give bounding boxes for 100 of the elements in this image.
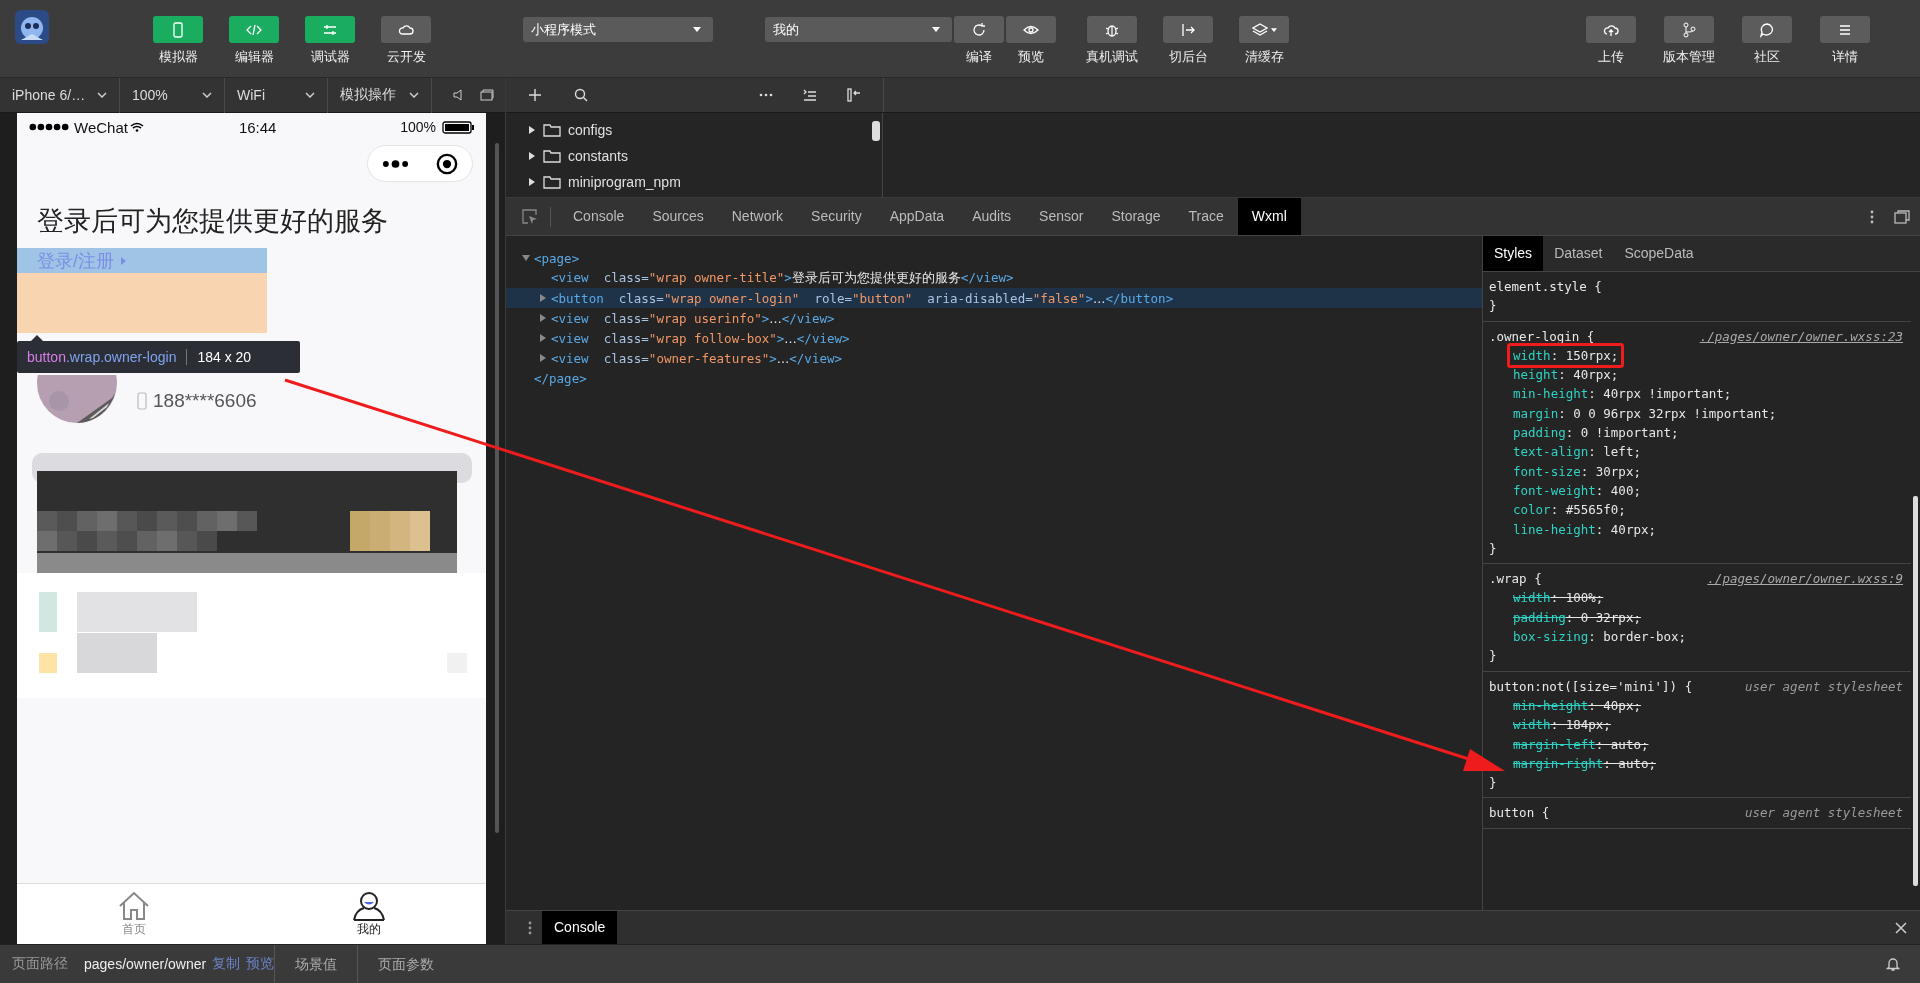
caret-icon	[693, 27, 701, 32]
app-logo-icon	[15, 10, 49, 44]
toolbar-label: 详情	[1832, 48, 1858, 66]
user-icon	[351, 890, 386, 921]
element-selector: button.wrap.owner-login	[27, 349, 188, 365]
simulator-dropdown[interactable]: 100%	[120, 77, 225, 113]
toolbar-button[interactable]	[954, 16, 1004, 43]
kebab-menu-icon[interactable]	[1870, 209, 1874, 224]
toolbar-label: 编辑器	[234, 48, 274, 66]
toolbar-label: 预览	[1018, 48, 1044, 66]
styles-tab[interactable]: ScopeData	[1613, 236, 1705, 271]
chevron-down-icon	[97, 92, 107, 98]
toolbar-button[interactable]	[1586, 16, 1636, 43]
wifi-icon	[129, 122, 144, 132]
devtools-tab[interactable]: Trace	[1174, 198, 1238, 235]
devtools-tab[interactable]: Wxml	[1237, 198, 1301, 235]
chevron-down-icon	[409, 92, 419, 98]
devtools-tab[interactable]: Console	[559, 198, 639, 235]
markup-line[interactable]: <view class="wrap owner-title">登录后可为您提供更好的服务</view>	[551, 269, 1014, 287]
toolbar-label: 模拟器	[158, 48, 198, 66]
devtools-tab[interactable]: Sensor	[1025, 198, 1098, 235]
stylesheet-link[interactable]: ./pages/owner/owner.wxss:23	[1699, 326, 1903, 346]
layers-icon	[1251, 21, 1268, 38]
folder-icon	[543, 175, 561, 189]
collapse-all-icon[interactable]	[803, 88, 817, 102]
simulator-dropdown[interactable]: WiFi	[225, 77, 328, 113]
css-selector: button {	[1489, 804, 1550, 823]
folder-name[interactable]: constants	[568, 148, 628, 164]
styles-tab[interactable]: Dataset	[1543, 236, 1614, 271]
sidebar-toggle-icon[interactable]	[847, 88, 861, 102]
inspect-element-icon[interactable]	[522, 208, 538, 225]
kebab-menu-icon[interactable]	[528, 920, 532, 935]
toolbar-label: 切后台	[1168, 48, 1208, 66]
markup-line[interactable]: <view class="wrap userinfo">…</view>	[551, 310, 835, 326]
toolbar-button[interactable]	[1006, 16, 1056, 43]
markup-line[interactable]: <view class="owner-features">…</view>	[551, 350, 842, 366]
mode-dropdown[interactable]: 小程序模式	[523, 17, 713, 42]
stylesheet-link[interactable]: ./pages/owner/owner.wxss:9	[1707, 569, 1903, 589]
drawer-tab[interactable]: Console	[542, 911, 618, 944]
chevron-down-icon	[202, 92, 212, 98]
status-item[interactable]: 页面参数	[357, 945, 455, 983]
devtools-tab[interactable]: Sources	[638, 198, 718, 235]
close-target-icon[interactable]	[436, 152, 459, 175]
tab-bar-item[interactable]: 首页	[17, 884, 252, 944]
battery-icon	[442, 120, 474, 134]
tab-bar-item[interactable]: 我的	[251, 884, 486, 944]
toolbar-label: 真机调试	[1086, 48, 1138, 66]
expand-arrow-icon[interactable]	[528, 126, 536, 134]
battery-percent: 100%	[400, 119, 436, 135]
simulator-dropdown[interactable]: iPhone 6/…	[0, 77, 120, 113]
markup-line[interactable]: <button class="wrap owner-login" role="button" aria-disabled="false">…</button>	[551, 290, 1174, 306]
switch-icon	[1180, 21, 1196, 38]
devtools-tab[interactable]: Storage	[1097, 198, 1175, 235]
stylesheet-origin: user agent stylesheet	[1744, 677, 1903, 696]
search-icon[interactable]	[574, 88, 588, 102]
signal-dots-icon	[29, 123, 69, 131]
expand-arrow-icon[interactable]	[528, 152, 536, 160]
more-icon[interactable]	[381, 158, 409, 169]
chevron-down-icon	[305, 92, 315, 98]
simulator-dropdown[interactable]: 模拟操作	[328, 77, 432, 113]
toolbar-label: 版本管理	[1663, 48, 1715, 66]
devtools-tab[interactable]: Network	[717, 198, 798, 235]
toolbar-button[interactable]	[1664, 16, 1714, 43]
folder-name[interactable]: configs	[568, 122, 613, 138]
markup-line[interactable]: <page>	[534, 250, 580, 266]
status-item[interactable]: 场景值	[274, 945, 358, 983]
markup-line[interactable]: </page>	[534, 370, 587, 386]
closing-brace: }	[1489, 774, 1498, 793]
dock-icon[interactable]	[1894, 209, 1910, 224]
chat-icon	[1759, 21, 1775, 38]
compile-mode-dropdown[interactable]: 我的	[765, 17, 952, 42]
carrier-name: WeChat	[74, 118, 128, 136]
window-icon[interactable]	[480, 88, 494, 102]
scrollbar-thumb[interactable]	[495, 143, 499, 833]
devtools-tab[interactable]: Security	[797, 198, 876, 235]
toolbar-button[interactable]	[1742, 16, 1792, 43]
toolbar-button[interactable]	[1239, 16, 1289, 43]
toolbar-button[interactable]	[1820, 16, 1870, 43]
refresh-icon	[971, 21, 987, 38]
add-icon[interactable]	[528, 88, 542, 102]
bell-icon[interactable]	[1886, 956, 1900, 972]
toolbar-button[interactable]	[1163, 16, 1213, 43]
selected-row[interactable]: <button class="wrap owner-login" role="button" aria-disabled="false">…</button>	[506, 288, 1482, 308]
css-declaration[interactable]: width: 150rpx;	[1507, 342, 1625, 369]
toolbar-button[interactable]	[1087, 16, 1137, 43]
styles-tab[interactable]: Styles	[1483, 236, 1544, 271]
stylesheet-origin: user agent stylesheet	[1744, 804, 1903, 823]
caret-icon	[932, 27, 940, 32]
page-title: 登录后可为您提供更好的服务	[36, 205, 389, 238]
expand-arrow-icon[interactable]	[528, 178, 536, 186]
toolbar-button[interactable]	[381, 16, 431, 43]
devtools-tab[interactable]: Audits	[958, 198, 1026, 235]
page-path: pages/owner/owner	[84, 956, 207, 972]
close-icon[interactable]	[1895, 921, 1907, 934]
devtools-tab[interactable]: AppData	[875, 198, 959, 235]
scrollbar-thumb[interactable]	[872, 121, 880, 141]
folder-name[interactable]: miniprogram_npm	[568, 174, 681, 190]
toolbar-label: 调试器	[310, 48, 350, 66]
scrollbar-thumb[interactable]	[1913, 496, 1918, 886]
markup-line[interactable]: <view class="wrap follow-box">…</view>	[551, 330, 850, 346]
